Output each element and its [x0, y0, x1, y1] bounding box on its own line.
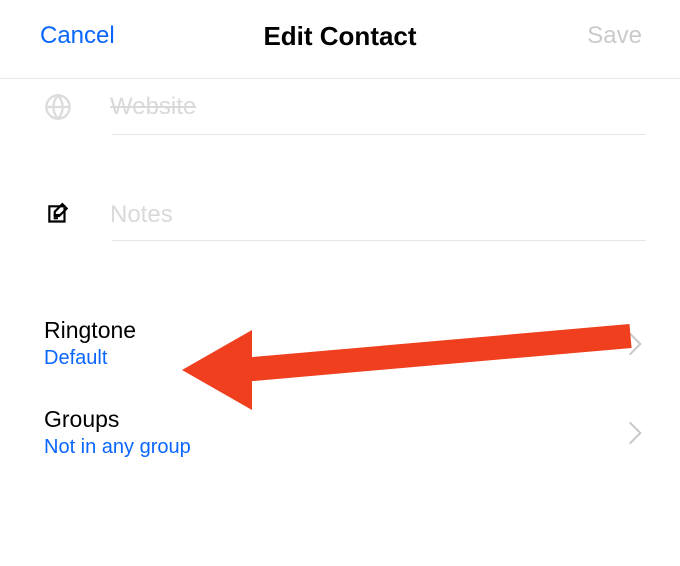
notes-input[interactable] [110, 189, 642, 241]
ringtone-title: Ringtone [44, 317, 136, 344]
chevron-right-icon [628, 421, 642, 445]
save-button[interactable]: Save [587, 22, 642, 50]
globe-icon [44, 93, 72, 121]
notes-field-row[interactable] [0, 163, 680, 241]
ringtone-item[interactable]: Ringtone Default [0, 303, 680, 392]
groups-item[interactable]: Groups Not in any group [0, 392, 680, 481]
notes-icon [44, 201, 72, 229]
cancel-button[interactable]: Cancel [40, 22, 115, 50]
chevron-right-icon [628, 332, 642, 356]
website-field-row[interactable] [0, 79, 680, 135]
divider [112, 240, 646, 241]
divider [112, 134, 646, 135]
groups-item-text: Groups Not in any group [44, 406, 191, 459]
ringtone-item-text: Ringtone Default [44, 317, 136, 370]
groups-value: Not in any group [44, 436, 191, 459]
content-area: Ringtone Default Groups Not in any group [0, 79, 680, 481]
page-title: Edit Contact [263, 21, 416, 52]
website-input[interactable] [110, 81, 642, 133]
header: Cancel Edit Contact Save [0, 0, 680, 79]
ringtone-value: Default [44, 347, 136, 370]
section-gap [0, 241, 680, 303]
groups-title: Groups [44, 406, 191, 433]
